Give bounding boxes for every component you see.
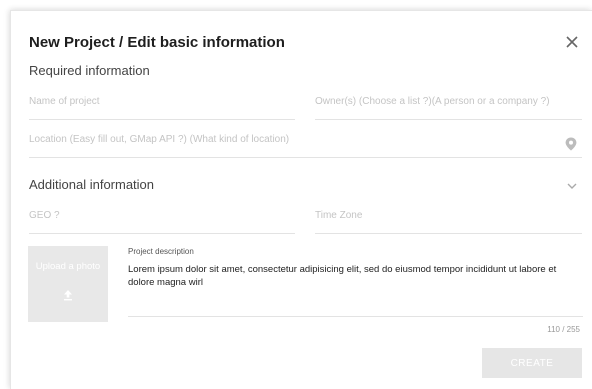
- owners-field[interactable]: Owner(s) (Choose a list ?)(A person or a…: [315, 96, 582, 120]
- project-name-field[interactable]: Name of project: [29, 96, 295, 120]
- description-textarea[interactable]: Lorem ipsum dolor sit amet, consectetur …: [128, 263, 582, 289]
- geo-field[interactable]: GEO ?: [29, 210, 295, 234]
- description-underline: [128, 316, 583, 317]
- new-project-dialog: New Project / Edit basic information Req…: [10, 10, 592, 389]
- timezone-field[interactable]: Time Zone: [315, 210, 582, 234]
- geo-placeholder: GEO ?: [29, 210, 60, 221]
- close-icon[interactable]: [563, 33, 581, 51]
- character-counter: 110 / 255: [547, 325, 580, 334]
- dialog-title: New Project / Edit basic information: [29, 34, 285, 51]
- location-placeholder: Location (Easy fill out, GMap API ?) (Wh…: [29, 134, 290, 145]
- location-field[interactable]: Location (Easy fill out, GMap API ?) (Wh…: [29, 134, 582, 158]
- owners-placeholder: Owner(s) (Choose a list ?)(A person or a…: [315, 96, 550, 107]
- additional-section-heading: Additional information: [29, 177, 155, 192]
- upload-photo-button[interactable]: Upload a photo: [28, 246, 108, 322]
- required-section-heading: Required information: [29, 63, 150, 78]
- project-name-placeholder: Name of project: [29, 96, 100, 107]
- upload-photo-label: Upload a photo: [35, 261, 101, 272]
- create-button[interactable]: CREATE: [482, 348, 582, 378]
- timezone-placeholder: Time Zone: [315, 210, 363, 221]
- description-caption: Project description: [128, 247, 194, 256]
- upload-icon: [64, 290, 72, 301]
- location-pin-icon[interactable]: [565, 137, 577, 151]
- chevron-down-icon[interactable]: [567, 182, 577, 190]
